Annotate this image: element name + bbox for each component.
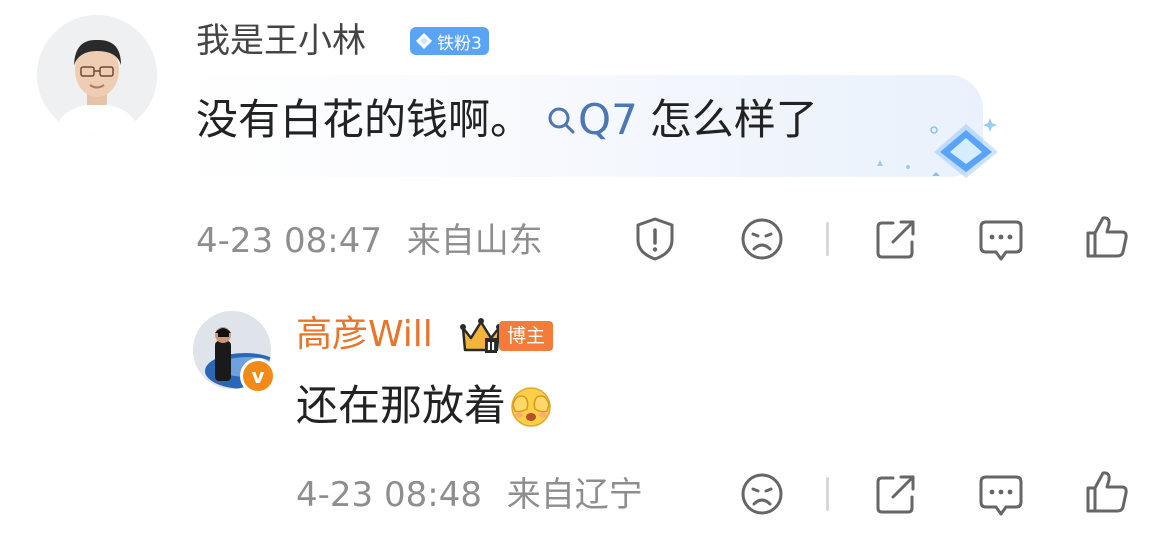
timestamp: 4-23 08:48 (296, 475, 482, 515)
comment-meta: 4-23 08:47 来自山东 (196, 218, 543, 264)
host-badge: 博主 (499, 321, 554, 351)
username[interactable]: 高彦Will (296, 312, 433, 358)
face-hiding-eyes-emoji (511, 387, 551, 427)
like-icon[interactable] (1082, 212, 1132, 262)
search-link-label: Q7 (578, 95, 638, 144)
comment-text-part: 没有白花的钱啊。 (196, 95, 533, 144)
avatar-image (37, 15, 157, 135)
crown-icon: II (460, 318, 502, 353)
comment-text-part: 还在那放着 (296, 381, 507, 430)
sad-face-icon[interactable] (737, 214, 787, 264)
svg-text:II: II (487, 340, 495, 353)
share-icon[interactable] (871, 469, 921, 519)
location: 来自山东 (406, 221, 543, 261)
location: 来自辽宁 (506, 475, 643, 515)
comment-text-part: 怎么样了 (649, 95, 818, 144)
avatar[interactable] (37, 15, 157, 135)
comment-icon[interactable] (976, 469, 1026, 519)
timestamp: 4-23 08:47 (196, 221, 382, 261)
share-icon[interactable] (871, 214, 921, 264)
username[interactable]: 我是王小林 (196, 18, 366, 64)
action-divider (826, 222, 829, 256)
verified-badge-icon: v (240, 358, 276, 394)
comment-text: 没有白花的钱啊。 Q7 怎么样了 (196, 94, 818, 146)
like-icon[interactable] (1082, 467, 1132, 517)
sad-face-icon[interactable] (737, 469, 787, 519)
search-link[interactable]: Q7 (546, 94, 638, 146)
comment-meta: 4-23 08:48 来自辽宁 (296, 472, 643, 518)
shield-warning-icon[interactable] (630, 214, 680, 264)
diamond-decoration-icon (877, 118, 998, 178)
comment-text: 还在那放着 (296, 380, 554, 432)
search-icon (548, 107, 575, 134)
fan-badge-label: 铁粉3 (437, 33, 482, 54)
action-divider (826, 477, 829, 511)
diamond-icon (416, 33, 432, 49)
comment-icon[interactable] (976, 214, 1026, 264)
fan-level-badge[interactable]: 铁粉3 (410, 27, 489, 55)
